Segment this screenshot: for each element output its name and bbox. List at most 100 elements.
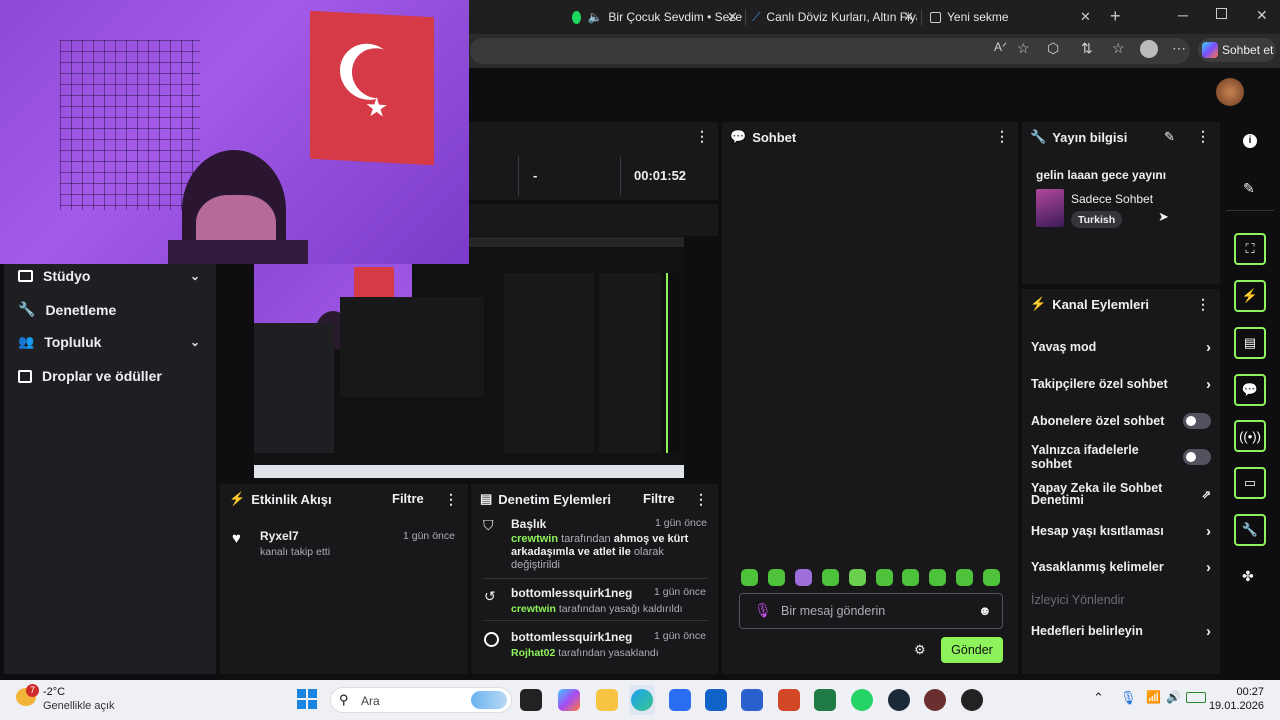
mod-action-head[interactable]: bottomlessquirk1neg	[511, 630, 632, 644]
outlook-icon[interactable]	[705, 689, 727, 711]
info-icon[interactable]: i	[1243, 134, 1257, 148]
more-options-icon[interactable]: ⋮	[1196, 128, 1210, 145]
more-options-icon[interactable]: ⋮	[995, 128, 1009, 145]
extensions-icon[interactable]: ✤	[1242, 568, 1254, 585]
emote-icon[interactable]	[902, 569, 919, 586]
copilot-chat-button[interactable]: Sohbet et	[1198, 38, 1276, 62]
weather-temp[interactable]: -2°C	[43, 686, 65, 698]
more-options-icon[interactable]: ⋮	[695, 128, 709, 145]
task-view-icon[interactable]	[520, 689, 542, 711]
mod-actor[interactable]: crewtwin	[511, 603, 556, 615]
store-icon[interactable]	[669, 689, 691, 711]
emote-icon[interactable]	[956, 569, 973, 586]
emote-icon[interactable]	[929, 569, 946, 586]
minimize-icon[interactable]: ─	[1178, 7, 1188, 23]
file-explorer-icon[interactable]	[596, 689, 618, 711]
pencil-icon[interactable]: ✎	[1243, 180, 1255, 197]
send-button[interactable]: Gönder	[941, 637, 1003, 663]
action-blocked-terms[interactable]: Yasaklanmış kelimeler ›	[1031, 558, 1211, 576]
action-slow-mode[interactable]: Yavaş mod ›	[1031, 338, 1211, 356]
edit-icon[interactable]: ✎	[1164, 129, 1175, 145]
game-app-icon[interactable]	[924, 689, 946, 711]
clock-time[interactable]: 00:27	[1228, 686, 1264, 698]
mod-actor[interactable]: Rojhat02	[511, 647, 555, 659]
extensions-icon[interactable]: ⬡	[1047, 40, 1059, 57]
action-account-age[interactable]: Hesap yaşı kısıtlaması ›	[1031, 522, 1211, 540]
action-followers-only[interactable]: Takipçilere özel sohbet ›	[1031, 375, 1211, 393]
obs-icon[interactable]	[961, 689, 983, 711]
action-ai-moderation[interactable]: Yapay Zeka ile Sohbet Denetimi ⇗	[1031, 481, 1211, 507]
microphone-icon[interactable]: 🎙	[1120, 690, 1137, 706]
excel-icon[interactable]	[814, 689, 836, 711]
tab-music[interactable]: 🔈 Bir Çocuk Sevdim • Seze	[572, 4, 742, 30]
steam-icon[interactable]	[888, 689, 910, 711]
action-emote-only[interactable]: Yalnızca ifadelerle sohbet	[1031, 443, 1211, 471]
mod-filter-button[interactable]: Filtre	[643, 491, 675, 506]
battery-icon[interactable]	[1186, 692, 1206, 703]
toggle-switch[interactable]	[1183, 413, 1211, 429]
chevron-up-icon[interactable]: ⌃	[1093, 690, 1104, 706]
read-aloud-icon[interactable]: Aᐟ	[994, 40, 1007, 54]
more-options-icon[interactable]: ⋮	[694, 491, 708, 508]
more-options-icon[interactable]: ⋮	[1196, 296, 1210, 313]
emoji-icon[interactable]: ☻	[978, 603, 992, 618]
layout-icon[interactable]: ▭	[1234, 467, 1266, 499]
activity-user[interactable]: Ryxel7	[260, 529, 299, 543]
emote-icon[interactable]	[983, 569, 1000, 586]
mod-action-head[interactable]: bottomlessquirk1neg	[511, 586, 632, 600]
avatar[interactable]	[1216, 78, 1244, 106]
maximize-icon[interactable]	[1216, 8, 1227, 19]
chat-icon[interactable]: 💬	[1234, 374, 1266, 406]
category-name[interactable]: Sadece Sohbet	[1071, 192, 1153, 206]
emote-icon[interactable]	[741, 569, 758, 586]
window-close-icon[interactable]: ✕	[1256, 7, 1268, 24]
speaker-icon[interactable]: 🔈	[587, 10, 602, 24]
close-tab-icon[interactable]: ✕	[1080, 9, 1091, 25]
windows-start-icon[interactable]	[297, 689, 317, 709]
sidebar-item-moderation[interactable]: 🔧 Denetleme	[18, 301, 200, 318]
action-set-goals[interactable]: Hedefleri belirleyin ›	[1031, 622, 1211, 640]
emote-icon[interactable]	[822, 569, 839, 586]
split-screen-icon[interactable]: ⇅	[1081, 40, 1093, 57]
emote-icon[interactable]	[795, 569, 812, 586]
more-options-icon[interactable]: ⋮	[444, 491, 458, 508]
sidebar-item-studio[interactable]: Stüdyo ⌄	[18, 268, 200, 284]
profile-icon[interactable]	[1140, 40, 1158, 58]
wrench-icon[interactable]: 🔧	[1234, 514, 1266, 546]
action-subscribers-only[interactable]: Abonelere özel sohbet	[1031, 412, 1211, 430]
tab-new[interactable]: Yeni sekme	[930, 4, 1090, 30]
emote-icon[interactable]	[768, 569, 785, 586]
powerpoint-icon[interactable]	[778, 689, 800, 711]
taskbar-search[interactable]: ⚲ Ara	[330, 687, 512, 713]
emote-icon[interactable]	[876, 569, 893, 586]
sidebar-item-drops[interactable]: Droplar ve ödüller	[18, 368, 200, 384]
gear-icon[interactable]: ⚙	[914, 642, 926, 658]
whatsapp-icon[interactable]	[851, 689, 873, 711]
activity-filter-button[interactable]: Filtre	[392, 491, 424, 506]
more-menu-icon[interactable]: ⋯	[1172, 40, 1186, 57]
new-tab-icon[interactable]: +	[1110, 6, 1121, 27]
lightning-icon[interactable]: ⚡	[1234, 280, 1266, 312]
favorite-star-icon[interactable]: ☆	[1017, 40, 1030, 57]
wifi-icon[interactable]: 📶	[1146, 690, 1161, 704]
volume-icon[interactable]: 🔊	[1166, 690, 1181, 704]
language-tag[interactable]: Turkish	[1071, 211, 1123, 228]
stream-preview[interactable]	[254, 237, 684, 478]
category-thumbnail[interactable]	[1036, 189, 1064, 227]
broadcast-icon[interactable]: ((•))	[1234, 420, 1266, 452]
mod-actor[interactable]: crewtwin	[511, 533, 558, 545]
close-tab-icon[interactable]: ✕	[903, 9, 914, 25]
edge-icon[interactable]	[631, 689, 653, 711]
favorites-icon[interactable]: ☆	[1112, 40, 1125, 57]
copilot-icon[interactable]	[558, 689, 580, 711]
sidebar-item-community[interactable]: 👥 Topluluk ⌄	[18, 334, 200, 350]
chat-input[interactable]: 🎙 Bir mesaj gönderin ☻	[739, 593, 1003, 629]
microphone-icon[interactable]: 🎙	[754, 602, 772, 619]
emote-icon[interactable]	[849, 569, 866, 586]
toggle-switch[interactable]	[1183, 449, 1211, 465]
word-icon[interactable]	[741, 689, 763, 711]
close-tab-icon[interactable]: ✕	[727, 9, 738, 25]
notes-icon[interactable]: ▤	[1234, 327, 1266, 359]
clock-date[interactable]: 19.01.2026	[1208, 700, 1264, 712]
clip-icon[interactable]: ⛶	[1234, 233, 1266, 265]
